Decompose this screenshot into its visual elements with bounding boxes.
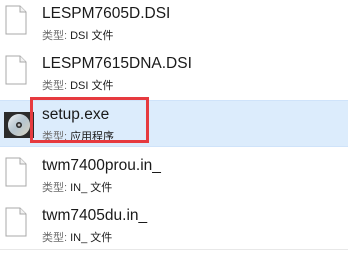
- file-type-value: DSI 文件: [70, 80, 114, 92]
- file-type-label: 类型:: [42, 30, 68, 42]
- list-item[interactable]: twm7405du.in_ 类型: IN_ 文件: [0, 202, 348, 249]
- document-icon: [5, 5, 27, 35]
- list-item[interactable]: twm7400prou.in_ 类型: IN_ 文件: [0, 152, 348, 199]
- document-icon: [5, 55, 27, 85]
- file-type: 类型: IN_ 文件: [42, 179, 112, 195]
- file-type: 类型: IN_ 文件: [42, 229, 112, 245]
- file-type-value: IN_ 文件: [70, 232, 113, 244]
- file-type: 类型: DSI 文件: [42, 27, 113, 43]
- file-name: LESPM7615DNA.DSI: [42, 55, 192, 72]
- highlight-box: [30, 97, 149, 143]
- list-item[interactable]: LESPM7605D.DSI 类型: DSI 文件: [0, 0, 348, 47]
- list-item[interactable]: LESPM7615DNA.DSI 类型: DSI 文件: [0, 50, 348, 97]
- file-type-label: 类型:: [42, 232, 68, 244]
- file-name: twm7400prou.in_: [42, 157, 161, 174]
- file-type-value: IN_ 文件: [70, 182, 113, 194]
- file-name: LESPM7605D.DSI: [42, 5, 171, 22]
- file-type-value: DSI 文件: [70, 30, 114, 42]
- file-type: 类型: DSI 文件: [42, 77, 113, 93]
- divider: [0, 249, 348, 250]
- file-type-label: 类型:: [42, 80, 68, 92]
- document-icon: [5, 157, 27, 187]
- file-type-label: 类型:: [42, 182, 68, 194]
- document-icon: [5, 207, 27, 237]
- file-name: twm7405du.in_: [42, 207, 148, 224]
